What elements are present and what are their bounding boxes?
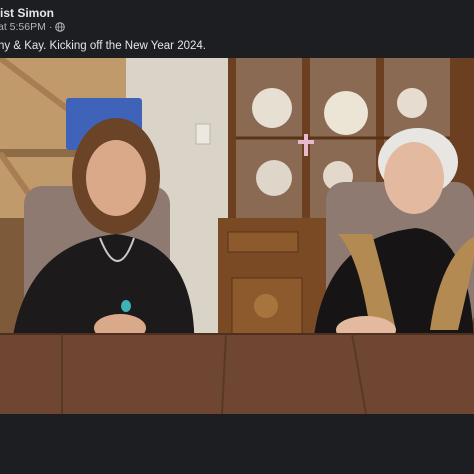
author-name[interactable]: tist Simon (0, 6, 54, 20)
post-meta: at 5:56PM · (0, 21, 66, 33)
video-frame[interactable] (0, 58, 474, 414)
globe-icon (55, 22, 66, 32)
post-footer (0, 414, 474, 474)
meta-separator: · (48, 21, 53, 33)
post-caption: hy & Kay. Kicking off the New Year 2024. (0, 40, 206, 52)
video-image (0, 58, 474, 414)
post-header: tist Simon at 5:56PM · hy & Kay. Kicking… (0, 0, 474, 58)
post-timestamp[interactable]: at 5:56PM (0, 21, 46, 33)
